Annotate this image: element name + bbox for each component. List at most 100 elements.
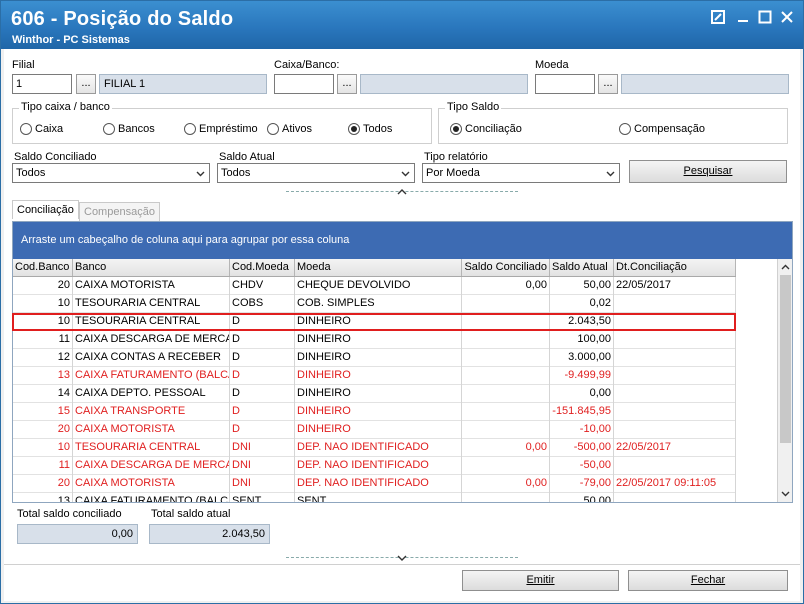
radio-compensacao[interactable]: Compensação	[619, 123, 705, 135]
table-row[interactable]: 12 CAIXA CONTAS A RECEBER D DINHEIRO 3.000,0…	[13, 349, 736, 367]
cell-dt-conciliacao	[614, 331, 736, 349]
cell-saldo-conciliado	[462, 349, 550, 367]
window-subtitle: Winthor - PC Sistemas	[12, 34, 130, 46]
col-cod-moeda[interactable]: Cod.Moeda	[230, 259, 295, 276]
minimize-icon[interactable]	[736, 10, 752, 26]
cell-saldo-atual: -500,00	[550, 439, 614, 457]
group-by-hint[interactable]: Arraste um cabeçalho de coluna aqui para…	[13, 222, 792, 259]
cell-dt-conciliacao	[614, 295, 736, 313]
saldo-conciliado-select[interactable]: Todos	[12, 163, 210, 183]
grid-body: 20 CAIXA MOTORISTA CHDV CHEQUE DEVOLVIDO 0,0…	[13, 277, 736, 502]
caixa-banco-code-input[interactable]	[274, 74, 334, 94]
chevron-down-icon	[606, 171, 615, 177]
cell-saldo-conciliado	[462, 493, 550, 502]
splitter-bottom[interactable]	[286, 554, 518, 562]
moeda-name-field	[621, 74, 789, 94]
cell-saldo-conciliado	[462, 457, 550, 475]
cell-moeda: DINHEIRO	[295, 385, 462, 403]
tipo-caixa-title: Tipo caixa / banco	[19, 101, 112, 113]
cell-saldo-conciliado: 0,00	[462, 439, 550, 457]
table-row[interactable]: 11CAIXA DESCARGA DE MERCADORIASDDINHEIRO…	[13, 331, 736, 349]
cell-dt-conciliacao: 22/05/2017	[614, 439, 736, 457]
scroll-thumb[interactable]	[780, 275, 791, 443]
grid-header: Cod.Banco Banco Cod.Moeda Moeda Saldo Co…	[13, 259, 736, 277]
moeda-lookup-button[interactable]: ...	[598, 74, 618, 94]
tab-conciliacao[interactable]: Conciliação	[12, 200, 79, 219]
chevron-up-icon	[397, 189, 407, 195]
cell-banco: CAIXA DESCARGA DE MERCADORIAS	[73, 331, 230, 349]
pesquisar-button[interactable]: Pesquisar	[629, 160, 787, 183]
cell-moeda: DEP. NAO IDENTIFICADO	[295, 475, 462, 493]
chevron-down-icon	[196, 171, 205, 177]
cell-saldo-conciliado	[462, 403, 550, 421]
cell-cod-banco: 15	[13, 403, 73, 421]
table-row[interactable]: 13CAIXA FATURAMENTO (BALCÃO)DDINHEIRO -9.…	[13, 367, 736, 385]
col-banco[interactable]: Banco	[73, 259, 230, 276]
caixa-banco-lookup-button[interactable]: ...	[337, 74, 357, 94]
cell-saldo-atual: -79,00	[550, 475, 614, 493]
table-row[interactable]: 13CAIXA FATURAMENTO (BALCÃO)SENTSENT50,0…	[13, 493, 736, 502]
cell-moeda: DEP. NAO IDENTIFICADO	[295, 457, 462, 475]
table-row[interactable]: 10 TESOURARIA CENTRAL COBS COB. SIMPLES 0,02	[13, 295, 736, 313]
cell-moeda: DINHEIRO	[295, 313, 462, 331]
filial-lookup-button[interactable]: ...	[76, 74, 96, 94]
cell-saldo-atual: -9.499,99	[550, 367, 614, 385]
cell-banco: CAIXA MOTORISTA	[73, 421, 230, 439]
tipo-saldo-group: Tipo Saldo Conciliação Compensação	[438, 101, 788, 144]
grid-scrollbar[interactable]	[777, 259, 792, 502]
tipo-relatorio-select[interactable]: Por Moeda	[422, 163, 620, 183]
cell-saldo-atual: 3.000,00	[550, 349, 614, 367]
cell-moeda: CHEQUE DEVOLVIDO	[295, 277, 462, 295]
tab-compensacao[interactable]: Compensação	[79, 202, 160, 221]
table-row[interactable]: 10 TESOURARIA CENTRAL DNI DEP. NAO IDENTIFI…	[13, 439, 736, 457]
cell-cod-moeda: D	[230, 421, 295, 439]
cell-banco: TESOURARIA CENTRAL	[73, 313, 230, 331]
splitter-top[interactable]	[286, 188, 518, 196]
radio-caixa[interactable]: Caixa	[20, 123, 63, 135]
cell-cod-banco: 14	[13, 385, 73, 403]
table-row[interactable]: 11CAIXA DESCARGA DE MERCADORIASDNIDEP. N…	[13, 457, 736, 475]
table-row[interactable]: 10 TESOURARIA CENTRAL D DINHEIRO 2.043,50	[13, 313, 736, 331]
cell-saldo-atual: 100,00	[550, 331, 614, 349]
fechar-button[interactable]: Fechar	[628, 570, 788, 591]
radio-ativos[interactable]: Ativos	[267, 123, 312, 135]
table-row[interactable]: 20 CAIXA MOTORISTA DNI DEP. NAO IDENTIFICAD…	[13, 475, 736, 493]
col-moeda[interactable]: Moeda	[295, 259, 462, 276]
table-row[interactable]: 20 CAIXA MOTORISTA CHDV CHEQUE DEVOLVIDO 0,0…	[13, 277, 736, 295]
col-dt-conciliacao[interactable]: Dt.Conciliação	[614, 259, 736, 276]
cell-dt-conciliacao	[614, 493, 736, 502]
cell-moeda: SENT	[295, 493, 462, 502]
radio-conciliacao[interactable]: Conciliação	[450, 123, 522, 135]
maximize-icon[interactable]	[758, 10, 774, 26]
moeda-label: Moeda	[535, 59, 569, 71]
radio-todos[interactable]: Todos	[348, 123, 392, 135]
close-icon[interactable]	[780, 10, 796, 26]
cell-dt-conciliacao	[614, 457, 736, 475]
table-row[interactable]: 20 CAIXA MOTORISTA D DINHEIRO -10,00	[13, 421, 736, 439]
cell-saldo-atual: 50,00	[550, 493, 614, 502]
title-bar: 606 - Posição do Saldo Winthor - PC Sist…	[1, 1, 803, 49]
emitir-button[interactable]: Emitir	[462, 570, 619, 591]
cell-saldo-atual: 2.043,50	[550, 313, 614, 331]
cell-dt-conciliacao	[614, 313, 736, 331]
cell-saldo-atual: 0,02	[550, 295, 614, 313]
saldo-conciliado-label: Saldo Conciliado	[14, 151, 97, 163]
col-cod-banco[interactable]: Cod.Banco	[13, 259, 73, 276]
col-saldo-atual[interactable]: Saldo Atual	[550, 259, 614, 276]
col-saldo-conciliado[interactable]: Saldo Conciliado	[462, 259, 550, 276]
saldo-atual-select[interactable]: Todos	[217, 163, 415, 183]
moeda-code-input[interactable]	[535, 74, 595, 94]
restore-down-icon[interactable]	[711, 10, 727, 26]
table-row[interactable]: 15 CAIXA TRANSPORTE D DINHEIRO -151.845,95	[13, 403, 736, 421]
cell-cod-moeda: D	[230, 385, 295, 403]
cell-banco: CAIXA DEPTO. PESSOAL	[73, 385, 230, 403]
radio-bancos[interactable]: Bancos	[103, 123, 155, 135]
filial-code-input[interactable]: 1	[12, 74, 72, 94]
cell-dt-conciliacao	[614, 421, 736, 439]
cell-cod-moeda: DNI	[230, 439, 295, 457]
table-row[interactable]: 14 CAIXA DEPTO. PESSOAL D DINHEIRO 0,00	[13, 385, 736, 403]
chevron-down-icon	[401, 171, 410, 177]
radio-emprestimo[interactable]: Empréstimo	[184, 123, 258, 135]
cell-cod-moeda: D	[230, 313, 295, 331]
balance-grid: Arraste um cabeçalho de coluna aqui para…	[12, 221, 793, 503]
